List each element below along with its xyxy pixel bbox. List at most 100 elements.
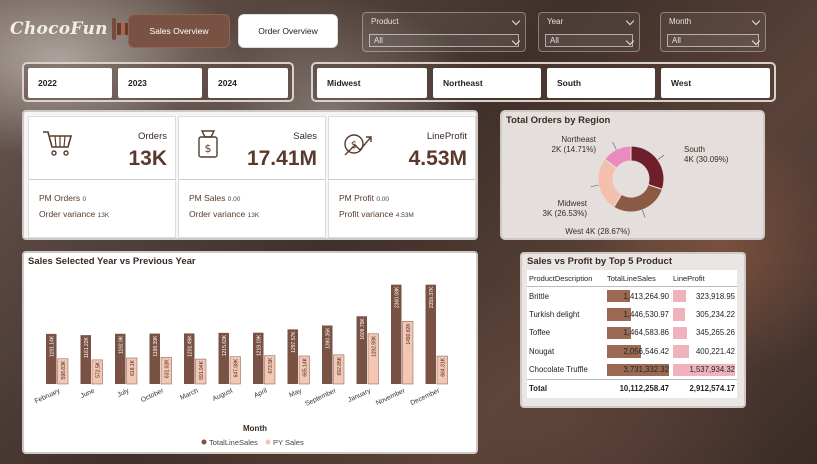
data-label-py: 598.83K [61, 360, 67, 379]
donut-leader-line [642, 209, 646, 218]
kpi-profit-value: 4.53M [408, 147, 467, 170]
table-header-row: ProductDescription TotalLineSales LinePr… [527, 270, 737, 287]
svg-text:$: $ [205, 142, 212, 155]
x-tick-label: October [140, 387, 166, 404]
profit-databar [673, 290, 687, 302]
year-filter[interactable]: Year All [538, 12, 640, 52]
year-tiles: 2022 2023 2024 [22, 62, 294, 102]
data-label-py: 591.94K [199, 360, 205, 379]
data-label-sales: 2359.37K [429, 286, 435, 308]
year-tile-2024[interactable]: 2024 [208, 68, 288, 98]
table-row[interactable]: Turkish delight 1,446,530.97 305,234.22 [527, 305, 737, 324]
table-total-row: Total 10,112,258.47 2,912,574.17 [527, 378, 737, 398]
donut-label-name-midwest: Midwest [558, 199, 588, 208]
x-tick-label: May [288, 387, 303, 399]
region-tile-south[interactable]: South [547, 68, 655, 98]
legend-swatch-sales [201, 439, 207, 445]
donut-chart: South4K (30.09%) West 4K (28.67%) Midwest3… [543, 135, 729, 236]
x-tick-label: April [253, 387, 269, 399]
cell-profit: 345,265.26 [671, 324, 737, 343]
region-tile-midwest[interactable]: Midwest [317, 68, 427, 98]
donut-label-name-northeast: Northeast [561, 135, 596, 144]
divider [29, 179, 175, 180]
product-filter-label: Product [371, 17, 399, 26]
year-tile-2023[interactable]: 2023 [118, 68, 202, 98]
x-tick-label: January [347, 387, 372, 404]
chevron-down-icon [625, 16, 635, 26]
data-label-py: 673.5K [268, 357, 274, 374]
x-tick-label: March [179, 387, 199, 401]
sales-vs-previous-year-panel: Sales Selected Year vs Previous Year 119… [22, 251, 478, 454]
donut-label-value-midwest: 3K (26.53%) [543, 209, 588, 218]
year-filter-select[interactable]: All [545, 34, 633, 47]
column-header-sales[interactable]: TotalLineSales [605, 270, 671, 287]
profit-databar [673, 308, 686, 321]
divider [179, 179, 325, 180]
kpi-orders-title: Orders [137, 131, 167, 142]
data-label-py: 664.31K [440, 357, 446, 376]
column-header-profit[interactable]: LineProfit [671, 270, 737, 287]
month-filter-select[interactable]: All [667, 34, 759, 47]
x-tick-label: November [375, 387, 407, 407]
profit-databar [673, 326, 687, 339]
data-label-py: 647.08K [233, 358, 239, 377]
legend-label-sales: TotalLineSales [209, 438, 258, 447]
table-row[interactable]: Brittle 1,413,264.90 323,918.95 [527, 287, 737, 306]
region-tile-west[interactable]: West [661, 68, 770, 98]
product-filter[interactable]: Product All [362, 12, 526, 52]
data-label-sales: 1161.22K [84, 336, 90, 358]
column-header-product[interactable]: ProductDescription [527, 270, 605, 287]
kpi-profit-line2: Profit variance 4.53M [339, 209, 414, 219]
month-filter[interactable]: Month All [660, 12, 766, 52]
donut-slice-south[interactable] [630, 145, 665, 191]
table-title: Sales vs Profit by Top 5 Product [527, 256, 672, 267]
kpi-profit-line1: PM Profit 0.00 [339, 193, 389, 203]
donut-leader-line [657, 154, 665, 160]
chevron-down-icon [751, 16, 761, 26]
cell-sales: 1,413,264.90 [605, 287, 671, 306]
donut-label-value-south: 4K (30.09%) [684, 155, 729, 164]
cell-sales: 3,731,332.32 [605, 361, 671, 380]
cell-product: Chocolate Truffle [529, 365, 588, 374]
data-label-py: 665.14K [302, 357, 308, 376]
kpi-sales-title: Sales [293, 131, 317, 142]
x-axis-label: Month [243, 424, 267, 433]
order-overview-button[interactable]: Order Overview [238, 14, 338, 48]
donut-label-name-south: South [684, 145, 705, 154]
product-filter-select[interactable]: All [369, 34, 519, 47]
data-label-sales: 1390.35K [325, 327, 331, 349]
kpi-card-profit: $ LineProfit 4.53M PM Profit 0.00 Profit… [328, 116, 476, 238]
data-label-sales: 1198.39K [153, 335, 159, 357]
x-tick-label: December [409, 387, 441, 407]
table-row[interactable]: Chocolate Truffle 3,731,332.32 1,537,934.3… [527, 361, 737, 380]
cell-sales: 1,446,530.97 [605, 305, 671, 324]
cell-product: Brittle [529, 291, 549, 301]
data-label-sales: 1215.63K [222, 334, 228, 356]
table-row[interactable]: Nougat 2,056,546.42 400,221.42 [527, 342, 737, 361]
donut-label-value-northeast: 2K (14.71%) [552, 145, 597, 154]
data-label-sales: 1609.75K [360, 318, 366, 340]
chocolate-box-icon [111, 18, 133, 40]
region-tiles: Midwest Northeast South West [311, 62, 776, 102]
data-label-py: 1192.99K [371, 335, 377, 357]
x-tick-label: February [34, 387, 62, 405]
cell-profit: 400,221.42 [671, 342, 737, 361]
donut-label-west: West 4K (28.67%) [565, 227, 630, 236]
kpi-panel: Orders 13K PM Orders 0 Order variance 13… [22, 110, 478, 240]
divider [329, 179, 475, 180]
data-label-sales: 1297.57K [291, 331, 297, 353]
region-tile-northeast[interactable]: Northeast [433, 68, 541, 98]
shopping-cart-icon [43, 131, 73, 156]
cell-product: Nougat [529, 346, 555, 356]
kpi-orders-value: 13K [128, 147, 167, 170]
donut-slice-west[interactable] [613, 184, 663, 213]
x-tick-label: June [80, 387, 97, 400]
year-tile-2022[interactable]: 2022 [28, 68, 112, 98]
cell-profit: 305,234.22 [671, 305, 737, 324]
legend: TotalLineSales PY Sales [201, 438, 304, 447]
data-label-py: 1490.82K [406, 323, 412, 345]
table-row[interactable]: Toffee 1,464,583.86 345,265.26 [527, 324, 737, 343]
profit-growth-icon: $ [344, 134, 372, 156]
sales-overview-button[interactable]: Sales Overview [128, 14, 230, 48]
money-bag-icon: $ [198, 130, 218, 158]
